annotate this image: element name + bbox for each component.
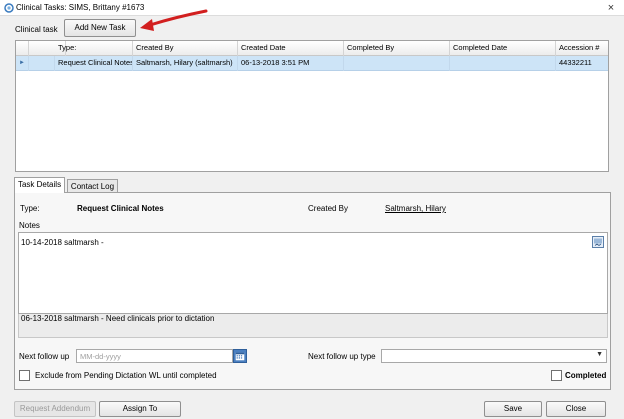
completed-label: Completed bbox=[565, 371, 607, 380]
exclude-pending-dictation-label: Exclude from Pending Dictation WL until … bbox=[35, 371, 217, 380]
window-title: Clinical Tasks: SIMS, Brittany #1673 bbox=[16, 3, 145, 12]
task-details-panel: Type: Request Clinical Notes Created By … bbox=[14, 192, 611, 390]
app-logo-icon bbox=[4, 3, 14, 13]
close-button[interactable]: Close bbox=[546, 401, 606, 417]
close-icon[interactable]: × bbox=[604, 0, 618, 16]
tab-task-details[interactable]: Task Details bbox=[14, 177, 65, 193]
cell-completed-by bbox=[344, 56, 450, 71]
row-spacer bbox=[29, 56, 55, 71]
calendar-icon[interactable] bbox=[233, 349, 247, 363]
column-header-created-date[interactable]: Created Date bbox=[238, 41, 344, 56]
exclude-pending-dictation-checkbox[interactable] bbox=[19, 370, 30, 381]
tab-contact-log[interactable]: Contact Log bbox=[67, 179, 118, 193]
next-follow-up-date-input[interactable] bbox=[76, 349, 233, 363]
type-value: Request Clinical Notes bbox=[77, 204, 164, 213]
created-by-label: Created By bbox=[308, 204, 349, 213]
chevron-down-icon: ▼ bbox=[596, 351, 603, 358]
next-follow-up-label: Next follow up bbox=[19, 352, 70, 361]
cell-created-date: 06-13-2018 3:51 PM bbox=[238, 56, 344, 71]
next-follow-up-type-select[interactable]: ▼ bbox=[381, 349, 607, 363]
assign-to-button[interactable]: Assign To bbox=[99, 401, 181, 417]
column-header-type[interactable]: Type: bbox=[55, 41, 133, 56]
table-row[interactable]: ► Request Clinical Notes Saltmarsh, Hila… bbox=[16, 56, 608, 71]
cell-completed-date bbox=[450, 56, 556, 71]
grid-header-indicator bbox=[16, 41, 29, 56]
spellcheck-icon[interactable] bbox=[592, 236, 604, 248]
column-header-completed-date[interactable]: Completed Date bbox=[450, 41, 556, 56]
grid-header: Type: Created By Created Date Completed … bbox=[16, 41, 608, 56]
cell-type: Request Clinical Notes bbox=[55, 56, 133, 71]
clinical-task-label: Clinical task bbox=[15, 25, 58, 34]
save-button[interactable]: Save bbox=[484, 401, 542, 417]
cell-created-by: Saltmarsh, Hilary (saltmarsh) bbox=[133, 56, 238, 71]
request-addendum-button[interactable]: Request Addendum bbox=[14, 401, 96, 417]
notes-textarea[interactable]: 10-14-2018 saltmarsh - bbox=[18, 232, 608, 314]
notes-label: Notes bbox=[19, 221, 40, 230]
red-arrow-annotation-icon bbox=[140, 9, 208, 31]
column-header-completed-by[interactable]: Completed By bbox=[344, 41, 450, 56]
add-new-task-button[interactable]: Add New Task bbox=[64, 19, 136, 37]
history-note-text: 06-13-2018 saltmarsh - Need clinicals pr… bbox=[21, 314, 215, 323]
cell-accession: 44332211 bbox=[559, 58, 592, 67]
completed-checkbox[interactable] bbox=[551, 370, 562, 381]
next-follow-up-type-label: Next follow up type bbox=[308, 352, 376, 361]
current-note-text: 10-14-2018 saltmarsh - bbox=[21, 238, 104, 247]
type-label: Type: bbox=[20, 204, 40, 213]
clinical-task-grid: Type: Created By Created Date Completed … bbox=[15, 40, 609, 172]
row-selector-icon[interactable]: ► bbox=[16, 56, 29, 71]
created-by-link[interactable]: Saltmarsh, Hilary bbox=[385, 204, 446, 213]
column-header-accession[interactable]: Accession # bbox=[556, 41, 608, 56]
title-bar: Clinical Tasks: SIMS, Brittany #1673 × bbox=[0, 0, 624, 16]
column-header-created-by[interactable]: Created By bbox=[133, 41, 238, 56]
notes-history: 06-13-2018 saltmarsh - Need clinicals pr… bbox=[18, 314, 608, 338]
